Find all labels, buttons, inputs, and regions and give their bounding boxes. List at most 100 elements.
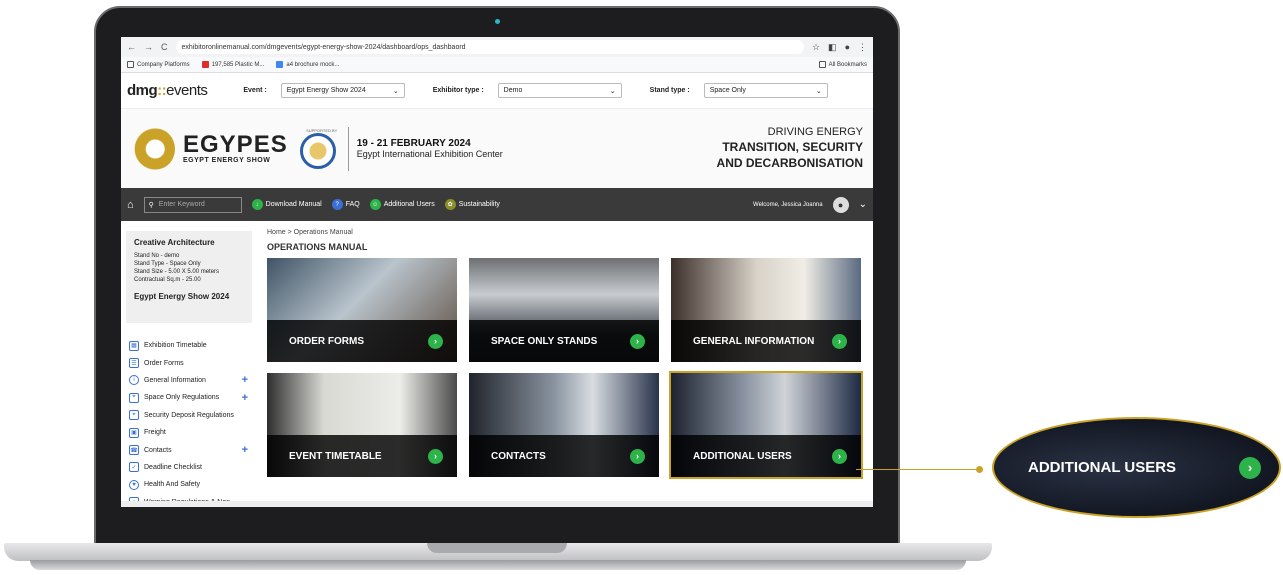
faq-icon: ? bbox=[331, 199, 343, 210]
additional-users-link[interactable]: ☺ Additional Users bbox=[369, 199, 435, 210]
main-nav: ⌂ ⚲ Enter Keyword ↓ Download Manual ? FAQ … bbox=[121, 188, 873, 221]
sidebar-item-general-information[interactable]: i General Information + bbox=[126, 372, 252, 389]
callout-label: ADDITIONAL USERS bbox=[1028, 459, 1177, 476]
tagline-line3: AND DECARBONISATION bbox=[716, 156, 863, 170]
sidebar-item-exhibition-timetable[interactable]: ▦ Exhibition Timetable bbox=[126, 337, 252, 354]
faq-label: FAQ bbox=[345, 201, 360, 208]
card-label: CONTACTS bbox=[491, 450, 546, 462]
chevron-down-icon: ⌄ bbox=[609, 87, 616, 95]
page-title: OPERATIONS MANUAL bbox=[267, 242, 368, 252]
dates-text: 19 - 21 FEBRUARY 2024 bbox=[356, 138, 471, 149]
forward-icon[interactable]: → bbox=[144, 42, 153, 52]
horizontal-scrollbar[interactable] bbox=[121, 501, 873, 507]
stand-type-select[interactable]: Space Only ⌄ bbox=[703, 83, 828, 98]
exhibitor-profile-card: Creative Architecture Stand No - demo St… bbox=[126, 231, 252, 323]
google-icon bbox=[276, 61, 284, 68]
arrow-right-icon[interactable]: › bbox=[832, 448, 847, 464]
exhibitor-type-value: Demo bbox=[503, 87, 523, 94]
sustainability-label: Sustainability bbox=[458, 201, 500, 208]
card-additional-users[interactable]: ADDITIONAL USERS › bbox=[669, 371, 863, 479]
chevron-down-icon: ⌄ bbox=[815, 87, 822, 95]
address-bar[interactable]: exhibitoronlinemanual.com/dmgevents/egyp… bbox=[175, 40, 804, 54]
arrow-right-icon[interactable]: › bbox=[630, 448, 645, 464]
marketing-stage: ← → C exhibitoronlinemanual.com/dmgevent… bbox=[0, 0, 1283, 575]
welcome-text: Welcome, Jessica Joanna bbox=[753, 201, 823, 208]
bookmark-label: Company Platforms bbox=[137, 61, 190, 68]
supported-by-label: SUPPORTED BY bbox=[306, 128, 338, 133]
sustainability-link[interactable]: ✿ Sustainability bbox=[444, 199, 500, 210]
callout-dot bbox=[976, 466, 983, 473]
arrow-right-icon[interactable]: › bbox=[428, 333, 443, 349]
tagline-line2: TRANSITION, SECURITY bbox=[722, 140, 863, 154]
banner-divider bbox=[347, 126, 349, 171]
checklist-icon: ✓ bbox=[129, 462, 139, 473]
expand-icon[interactable]: + bbox=[242, 444, 248, 456]
card-general-information[interactable]: GENERAL INFORMATION › bbox=[671, 258, 861, 362]
card-label: SPACE ONLY STANDS bbox=[491, 335, 598, 347]
sidebar-item-space-only-regulations[interactable]: ⌖ Space Only Regulations + bbox=[126, 389, 252, 406]
tagline: DRIVING ENERGY TRANSITION, SECURITY AND … bbox=[717, 125, 863, 172]
callout-connector bbox=[856, 469, 980, 470]
bookmark-item[interactable]: 197,585 Plastic M... bbox=[201, 61, 265, 68]
home-icon[interactable]: ⌂ bbox=[127, 199, 134, 211]
arrow-right-icon[interactable]: › bbox=[832, 333, 847, 349]
sidebar-item-contacts[interactable]: ☎ Contacts + bbox=[126, 441, 252, 458]
exhibitor-type-select[interactable]: Demo ⌄ bbox=[497, 83, 622, 98]
download-manual-link[interactable]: ↓ Download Manual bbox=[251, 199, 322, 210]
card-event-timetable[interactable]: EVENT TIMETABLE › bbox=[267, 373, 457, 477]
profile-icon[interactable]: ● bbox=[845, 42, 850, 53]
laptop-notch bbox=[427, 543, 567, 553]
sidebar-item-security-deposit[interactable]: ⌖ Security Deposit Regulations bbox=[126, 407, 252, 424]
dmg-events-logo: dmg::events bbox=[127, 82, 208, 99]
bookmark-item[interactable]: Company Platforms bbox=[127, 61, 190, 68]
sidebar-item-order-forms[interactable]: ☰ Order Forms bbox=[126, 354, 252, 371]
download-label: Download Manual bbox=[265, 201, 322, 208]
stand-type: Stand Type - Space Only bbox=[134, 261, 201, 267]
card-space-only-stands[interactable]: SPACE ONLY STANDS › bbox=[469, 258, 659, 362]
sidebar-item-freight[interactable]: ▣ Freight bbox=[126, 424, 252, 441]
freight-icon: ▣ bbox=[129, 427, 139, 438]
reload-icon[interactable]: C bbox=[161, 42, 168, 52]
card-label-bar: ADDITIONAL USERS › bbox=[671, 435, 861, 477]
arrow-right-icon: › bbox=[1239, 456, 1261, 479]
arrow-right-icon[interactable]: › bbox=[428, 448, 443, 464]
bookmark-label: 197,585 Plastic M... bbox=[211, 61, 265, 68]
keyword-placeholder: Enter Keyword bbox=[158, 201, 205, 208]
tagline-line1: DRIVING ENERGY bbox=[767, 126, 863, 138]
bookmark-item[interactable]: a4 brochure mock... bbox=[276, 61, 339, 68]
event-label: Event : bbox=[243, 87, 267, 94]
contacts-icon: ☎ bbox=[129, 445, 139, 456]
expand-icon[interactable]: + bbox=[242, 374, 248, 386]
keyword-search-input[interactable]: ⚲ Enter Keyword bbox=[143, 196, 242, 213]
event-dates: 19 - 21 FEBRUARY 2024 Egypt Internationa… bbox=[357, 138, 503, 159]
laptop-base-shadow bbox=[30, 560, 966, 570]
chevron-down-icon[interactable]: ⌄ bbox=[859, 199, 867, 210]
expand-icon[interactable]: + bbox=[242, 392, 248, 404]
sidebar-item-label: Freight bbox=[144, 429, 166, 437]
arrow-right-icon[interactable]: › bbox=[630, 333, 645, 349]
card-contacts[interactable]: CONTACTS › bbox=[469, 373, 659, 477]
sidebar-item-deadline-checklist[interactable]: ✓ Deadline Checklist bbox=[126, 459, 252, 476]
event-select[interactable]: Egypt Energy Show 2024 ⌄ bbox=[280, 83, 405, 98]
download-icon: ↓ bbox=[251, 199, 263, 210]
event-banner: EGYPES EGYPT ENERGY SHOW SUPPORTED BY 19… bbox=[121, 109, 873, 188]
all-bookmarks[interactable]: All Bookmarks bbox=[818, 61, 867, 68]
sidebar-item-label: Exhibition Timetable bbox=[144, 342, 207, 350]
sidebar-item-health-safety[interactable]: ♥ Health And Safety bbox=[126, 476, 252, 493]
address-text: exhibitoronlinemanual.com/dmgevents/egyp… bbox=[181, 43, 466, 51]
ministry-seal bbox=[299, 133, 336, 169]
avatar[interactable]: ● bbox=[832, 196, 849, 213]
sidebar: Creative Architecture Stand No - demo St… bbox=[121, 221, 257, 507]
search-icon: ⚲ bbox=[148, 201, 154, 209]
faq-link[interactable]: ? FAQ bbox=[331, 199, 360, 210]
sidepanel-icon[interactable]: ◧ bbox=[828, 42, 837, 53]
info-icon: i bbox=[129, 375, 139, 386]
back-icon[interactable]: ← bbox=[127, 42, 136, 52]
exhibitor-type-label: Exhibitor type : bbox=[432, 87, 484, 94]
star-icon[interactable]: ☆ bbox=[812, 42, 820, 53]
sidebar-item-label: Deadline Checklist bbox=[144, 463, 202, 471]
event-value: Egypt Energy Show 2024 bbox=[286, 87, 366, 94]
card-order-forms[interactable]: ORDER FORMS › bbox=[267, 258, 457, 362]
kebab-menu-icon[interactable]: ⋮ bbox=[858, 42, 867, 53]
show-name: Egypt Energy Show 2024 bbox=[134, 292, 230, 301]
